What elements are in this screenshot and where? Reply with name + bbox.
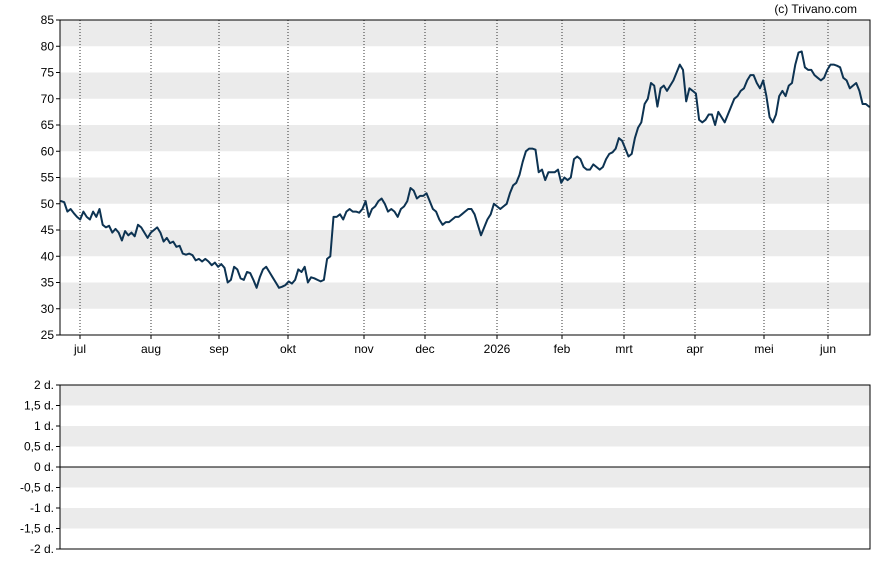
grid-band [60,467,870,488]
grid-band [60,426,870,447]
grid-band [60,177,870,204]
x-tick-label: okt [280,342,297,356]
x-tick-label: nov [354,342,373,356]
y-tick-label: 60 [41,144,55,158]
x-tick-label: mrt [615,342,633,356]
y-tick-label: -1 d. [30,501,54,515]
y-tick-label: 70 [41,92,55,106]
x-tick-label: aug [141,342,161,356]
main-x-axis: jul aug sep okt nov dec 2026 feb mrt apr mei jun [73,335,836,356]
sub-grid-bands [60,385,870,529]
y-tick-label: -2 d. [30,542,54,556]
stock-chart: (c) Trivano.com 25 30 35 40 45 50 55 60 65 70 75 80… [20,2,871,556]
x-tick-label: dec [415,342,434,356]
y-tick-label: 40 [41,249,55,263]
y-tick-label: -0,5 d. [20,481,54,495]
copyright-text: (c) Trivano.com [774,2,857,16]
y-tick-label: -1,5 d. [20,522,54,536]
y-tick-label: 1,5 d. [24,399,54,413]
y-tick-label: 75 [41,66,55,80]
x-tick-label: mei [754,342,773,356]
grid-band [60,282,870,309]
y-tick-label: 0 d. [34,460,54,474]
y-tick-label: 65 [41,118,55,132]
grid-band [60,508,870,529]
grid-band [60,125,870,152]
y-tick-label: 55 [41,171,55,185]
sub-y-axis: 2 d. 1,5 d. 1 d. 0,5 d. 0 d. -0,5 d. -1 d. -1,5… [20,378,60,556]
y-tick-label: 45 [41,223,55,237]
y-tick-label: 1 d. [34,419,54,433]
x-tick-label: feb [554,342,571,356]
main-grid-bands [60,20,870,309]
y-tick-label: 85 [41,13,55,27]
main-y-axis: 25 30 35 40 45 50 55 60 65 70 75 80 85 [41,13,60,342]
y-tick-label: 30 [41,302,55,316]
y-tick-label: 50 [41,197,55,211]
x-tick-label: apr [686,342,703,356]
y-tick-label: 0,5 d. [24,440,54,454]
y-tick-label: 2 d. [34,378,54,392]
y-tick-label: 80 [41,39,55,53]
grid-band [60,20,870,47]
x-tick-label: jul [73,342,86,356]
y-tick-label: 25 [41,328,55,342]
x-tick-label: sep [209,342,229,356]
x-tick-label: 2026 [484,342,511,356]
x-tick-label: jun [819,342,836,356]
y-tick-label: 35 [41,276,55,290]
grid-band [60,385,870,406]
